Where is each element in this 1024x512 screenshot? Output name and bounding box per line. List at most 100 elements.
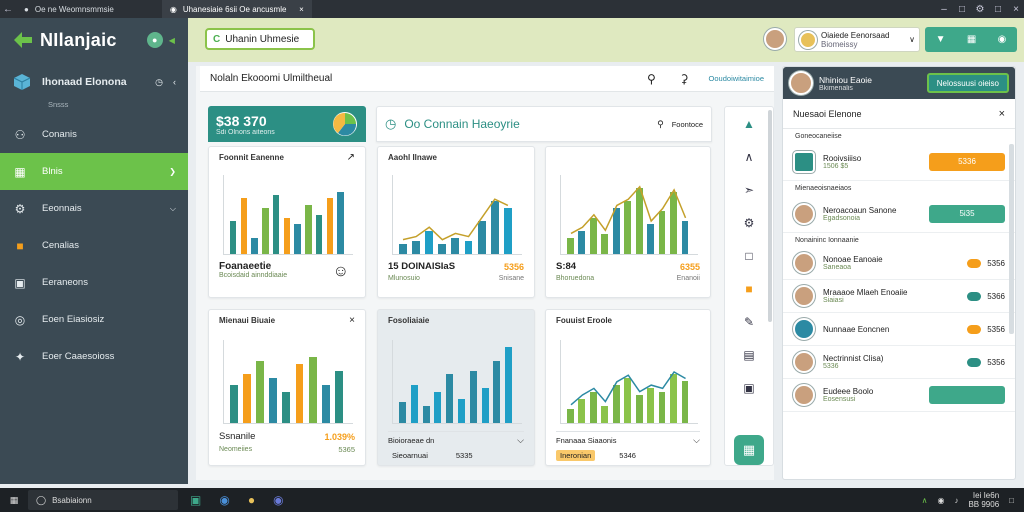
bar[interactable]	[305, 205, 312, 254]
chevron-down-icon[interactable]: ▼	[936, 34, 946, 45]
bar[interactable]	[283, 218, 291, 254]
bar[interactable]	[446, 374, 454, 423]
grid-icon[interactable]: ▦	[967, 34, 976, 45]
search-icon[interactable]: ⚲	[647, 72, 656, 86]
action-button[interactable]: 5336	[929, 152, 1005, 171]
bar[interactable]	[272, 195, 280, 254]
app-icon[interactable]: ▣	[190, 493, 201, 507]
list-item[interactable]: Mraaaoe Mlaeh Enoaiie Siaiasi 5366	[783, 280, 1015, 313]
sidebar-item[interactable]: ◎ Eoen Eiasiosiz	[0, 301, 188, 338]
bar[interactable]	[481, 388, 489, 423]
sidebar-item[interactable]: ■ Cenalias	[0, 227, 188, 264]
avatar[interactable]	[764, 28, 786, 50]
list-item[interactable]: Eudeee Boolo Eosensusi	[783, 379, 1015, 412]
list-item[interactable]: Neroacoaun Sanone Egadsonoia 5i35	[783, 195, 1015, 233]
bar[interactable]	[294, 224, 301, 254]
search-pill[interactable]: C Uhanin Uhmesie	[205, 28, 315, 50]
scrollbar[interactable]	[1009, 144, 1014, 334]
notification-icon[interactable]: □	[1009, 496, 1014, 505]
bar[interactable]	[334, 371, 343, 423]
bar[interactable]	[326, 198, 333, 254]
action-button[interactable]: 5i35	[929, 204, 1005, 223]
app-icon[interactable]: ◉	[273, 493, 283, 507]
bar[interactable]	[434, 392, 442, 423]
chevron-down-icon[interactable]: ⌵	[693, 435, 700, 446]
action-button[interactable]	[929, 386, 1005, 404]
bar[interactable]	[308, 357, 317, 423]
bird-icon[interactable]: ▲	[725, 107, 773, 140]
bar[interactable]	[230, 385, 238, 423]
chevron-icon[interactable]: ⌵	[170, 204, 176, 214]
help-icon[interactable]: ●	[146, 32, 163, 48]
close-icon[interactable]: ↗	[347, 152, 355, 163]
restore-icon[interactable]: □	[990, 0, 1006, 18]
user-box[interactable]: Oiaiede Eenorsaad Biomeissy ∨	[794, 27, 920, 52]
apps-icon[interactable]: ▦	[734, 435, 764, 465]
volume-icon[interactable]: ♪	[954, 496, 958, 505]
browser-tab[interactable]: ● Oe ne Weomnsmmsie	[16, 0, 122, 18]
browser-icon[interactable]: ◉	[219, 493, 229, 507]
bar[interactable]	[337, 192, 344, 254]
list-item[interactable]: Nonoae Eanoaie Saneaoa 5356	[783, 247, 1015, 280]
chevron-up-icon[interactable]: ∧	[725, 140, 773, 173]
window-icon[interactable]: ▣	[725, 371, 773, 404]
document-icon[interactable]: ■	[725, 272, 773, 305]
chevron-left-icon[interactable]: ‹	[173, 77, 176, 87]
bar[interactable]	[256, 361, 265, 423]
avatar[interactable]	[789, 71, 813, 95]
chrome-icon[interactable]: ●	[248, 493, 255, 507]
attach-icon[interactable]: ✎	[725, 305, 773, 338]
list-item[interactable]: Nectrinnist Clisa) 5336 5356	[783, 346, 1015, 379]
hero-tile[interactable]: $38 370 Sdi Olnons aiteons	[208, 106, 366, 142]
globe-icon[interactable]: ◉	[998, 34, 1007, 45]
sidebar-item[interactable]: ▣ Eeraneons	[0, 264, 188, 301]
clock-icon[interactable]: ◷	[155, 77, 163, 88]
bar[interactable]	[469, 371, 477, 423]
sidebar-item[interactable]: ▦ Blnis ❯	[0, 153, 188, 190]
bar[interactable]	[243, 374, 251, 423]
chevron-down-icon[interactable]: ∨	[909, 35, 915, 44]
bar[interactable]	[315, 215, 323, 254]
bar[interactable]	[321, 385, 330, 423]
share-icon[interactable]: ➣	[725, 173, 773, 206]
browser-tab-active[interactable]: ◉ Uhanesiaie 6sii Oe ancusmle ×	[161, 0, 312, 18]
minimize-icon[interactable]: –	[936, 0, 952, 18]
taskbar-search[interactable]: ◯ Bsabiaionn	[28, 490, 178, 510]
windows-icon[interactable]: ▦	[0, 488, 28, 512]
list-item[interactable]: Nunnaae Eoncnen 5356	[783, 313, 1015, 346]
sidebar-item[interactable]: ⚇ Conanis	[0, 116, 188, 153]
hero-action-link[interactable]: Foontoce	[672, 120, 703, 129]
bar[interactable]	[251, 238, 258, 254]
bar[interactable]	[493, 361, 501, 423]
chevron-down-icon[interactable]: ⌵	[517, 435, 524, 446]
list-item[interactable]: Rooivsiiiso 1506 $5 5336	[783, 143, 1015, 181]
close-window-icon[interactable]: ×	[1008, 0, 1024, 18]
chevron-up-icon[interactable]: ∧	[922, 496, 928, 505]
bell-icon[interactable]: ⚳	[680, 72, 689, 86]
bar[interactable]	[295, 364, 304, 423]
close-icon[interactable]: ×	[299, 5, 304, 14]
sidebar-item[interactable]: ⚙ Eeonnais ⌵	[0, 190, 188, 227]
maximize-icon[interactable]: □	[954, 0, 970, 18]
bar[interactable]	[269, 378, 278, 423]
settings-icon[interactable]: ⚙	[972, 0, 988, 18]
book-icon[interactable]: □	[725, 239, 773, 272]
bar[interactable]	[240, 198, 248, 254]
bar[interactable]	[458, 399, 466, 423]
bar[interactable]	[422, 406, 430, 423]
back-icon[interactable]: ←	[0, 0, 16, 18]
scrollbar[interactable]	[768, 110, 772, 322]
chevron-icon[interactable]: ❯	[169, 167, 176, 176]
sidebar-item[interactable]: ✦ Eoer Caaesoioss	[0, 338, 188, 375]
bar[interactable]	[262, 208, 269, 254]
bar[interactable]	[410, 385, 418, 423]
close-icon[interactable]: ×	[349, 315, 355, 326]
toolbar-link[interactable]: Ooudoiwitaimioe	[709, 74, 764, 83]
panel-top-button[interactable]: Nelossuusi oieiso	[926, 73, 1009, 93]
collapse-icon[interactable]: ◀	[169, 36, 175, 45]
close-icon[interactable]: ×	[999, 108, 1005, 120]
bar[interactable]	[282, 392, 291, 423]
bar[interactable]	[505, 347, 513, 423]
bar[interactable]	[230, 221, 237, 254]
wifi-icon[interactable]: ◉	[937, 496, 944, 505]
